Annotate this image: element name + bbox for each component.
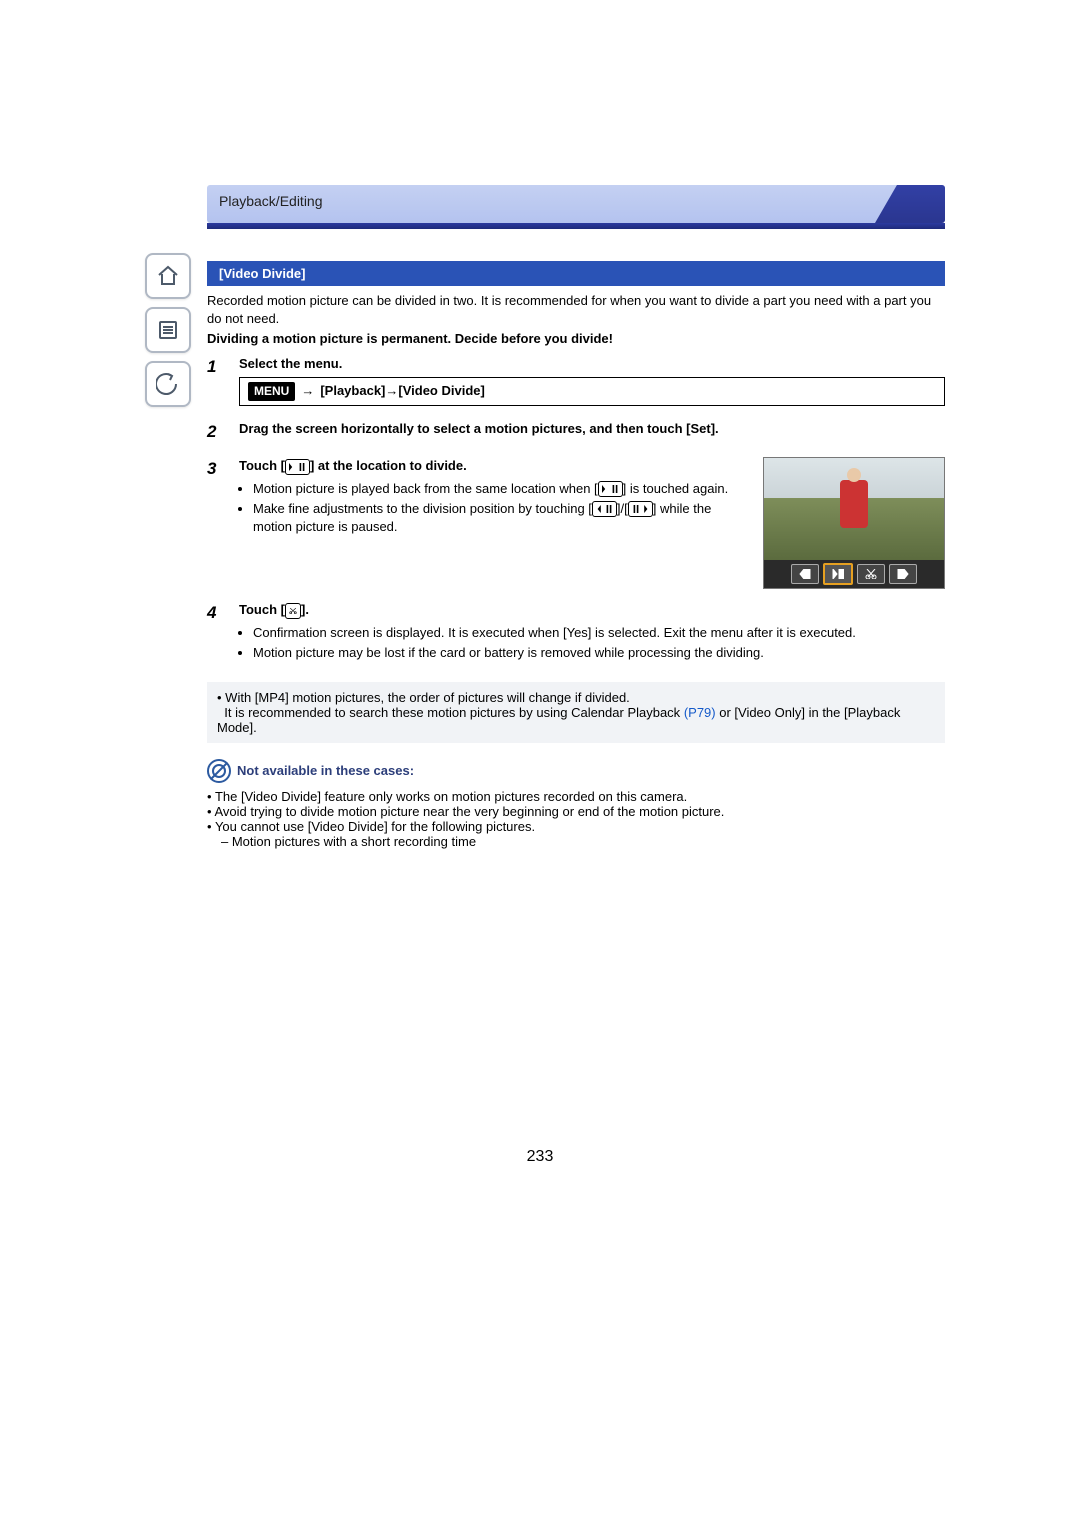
page-content: Playback/Editing [Video Divide] Recorded…	[145, 185, 945, 849]
step-3-bullet-1: Motion picture is played back from the s…	[253, 480, 750, 498]
intro-warning: Dividing a motion picture is permanent. …	[207, 330, 945, 348]
note-box: • With [MP4] motion pictures, the order …	[207, 682, 945, 743]
step-number: 2	[207, 420, 229, 444]
step-number: 4	[207, 601, 229, 664]
step-2-title: Drag the screen horizontally to select a…	[239, 421, 719, 436]
na-item-1: The [Video Divide] feature only works on…	[215, 789, 687, 804]
step-4-title-a: Touch [	[239, 602, 285, 617]
frame-forward-icon	[628, 501, 653, 517]
step-3-bullet-2: Make fine adjustments to the division po…	[253, 500, 750, 536]
frame-forward-icon	[889, 564, 917, 584]
section-title: [Video Divide]	[207, 261, 945, 286]
na-item-3a: Motion pictures with a short recording t…	[232, 834, 476, 849]
na-item-2: Avoid trying to divide motion picture ne…	[214, 804, 724, 819]
step-3-title-b: ] at the location to divide.	[310, 458, 467, 473]
intro-block: Recorded motion picture can be divided i…	[207, 292, 945, 664]
step-1: Select the menu. MENU → [Playback]→[Vide…	[239, 355, 945, 406]
not-available-section: Not available in these cases: • The [Vid…	[207, 759, 945, 849]
step-1-title: Select the menu.	[239, 356, 342, 371]
intro-text: Recorded motion picture can be divided i…	[207, 292, 945, 328]
steps-list: 1 Select the menu. MENU → [Playback]→[Vi…	[207, 355, 945, 664]
play-pause-icon	[823, 563, 853, 585]
page-number: 233	[0, 1148, 1080, 1166]
header-accent	[207, 223, 945, 229]
na-item-3: You cannot use [Video Divide] for the fo…	[215, 819, 535, 834]
step-4-title-b: ].	[301, 602, 309, 617]
breadcrumb: Playback/Editing	[207, 185, 945, 223]
frame-back-icon	[592, 501, 617, 517]
play-pause-icon	[598, 481, 623, 497]
note-line-1: With [MP4] motion pictures, the order of…	[225, 690, 630, 705]
page-link-p79[interactable]: (P79)	[684, 705, 716, 720]
step-4-bullet-1: Confirmation screen is displayed. It is …	[253, 624, 945, 642]
cut-icon	[857, 564, 885, 584]
note-line-2a: It is recommended to search these motion…	[224, 705, 684, 720]
menu-arrow-icon: →	[301, 382, 314, 400]
step-2: Drag the screen horizontally to select a…	[239, 420, 945, 444]
not-available-title: Not available in these cases:	[237, 763, 414, 778]
example-screenshot	[763, 457, 945, 589]
frame-back-icon	[791, 564, 819, 584]
step-3-title-a: Touch [	[239, 458, 285, 473]
step-4: Touch []. Confirmation screen is display…	[239, 601, 945, 664]
menu-tag: MENU	[248, 382, 295, 401]
prohibited-icon	[207, 759, 231, 783]
playback-controls-illustration	[764, 560, 944, 588]
play-pause-icon	[285, 459, 310, 475]
step-3: Touch [ ] at the location to divide. Moti…	[239, 457, 945, 587]
breadcrumb-text: Playback/Editing	[219, 193, 323, 209]
menu-path-box: MENU → [Playback]→[Video Divide]	[239, 377, 945, 406]
step-number: 1	[207, 355, 229, 406]
menu-path-text: [Playback]→[Video Divide]	[320, 382, 484, 400]
step-number: 3	[207, 457, 229, 587]
step-4-bullet-2: Motion picture may be lost if the card o…	[253, 644, 945, 662]
scissors-icon	[285, 603, 301, 619]
